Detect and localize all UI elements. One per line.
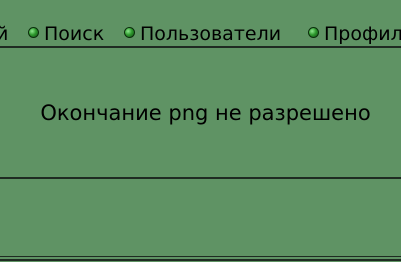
top-navigation: й Поиск Пользователи Профил	[0, 0, 401, 48]
bullet-icon	[28, 27, 39, 38]
bottom-divider-secondary	[0, 259, 401, 261]
error-message: Окончание png не разрешено	[40, 101, 371, 125]
nav-item-label: Профил	[324, 23, 401, 45]
bottom-divider	[0, 256, 401, 257]
nav-item-search[interactable]: Поиск	[28, 22, 104, 46]
top-divider	[0, 46, 401, 48]
page: й Поиск Пользователи Профил Окончание pn…	[0, 0, 401, 262]
nav-item-users[interactable]: Пользователи	[124, 22, 281, 46]
nav-item-label: Поиск	[44, 23, 105, 45]
nav-item-label: й	[0, 23, 9, 45]
bullet-icon	[308, 27, 319, 38]
bullet-icon	[124, 27, 135, 38]
middle-divider	[0, 177, 401, 179]
nav-item-profile[interactable]: Профил	[308, 22, 401, 46]
nav-item-previous[interactable]: й	[0, 22, 8, 46]
nav-item-label: Пользователи	[140, 23, 282, 45]
